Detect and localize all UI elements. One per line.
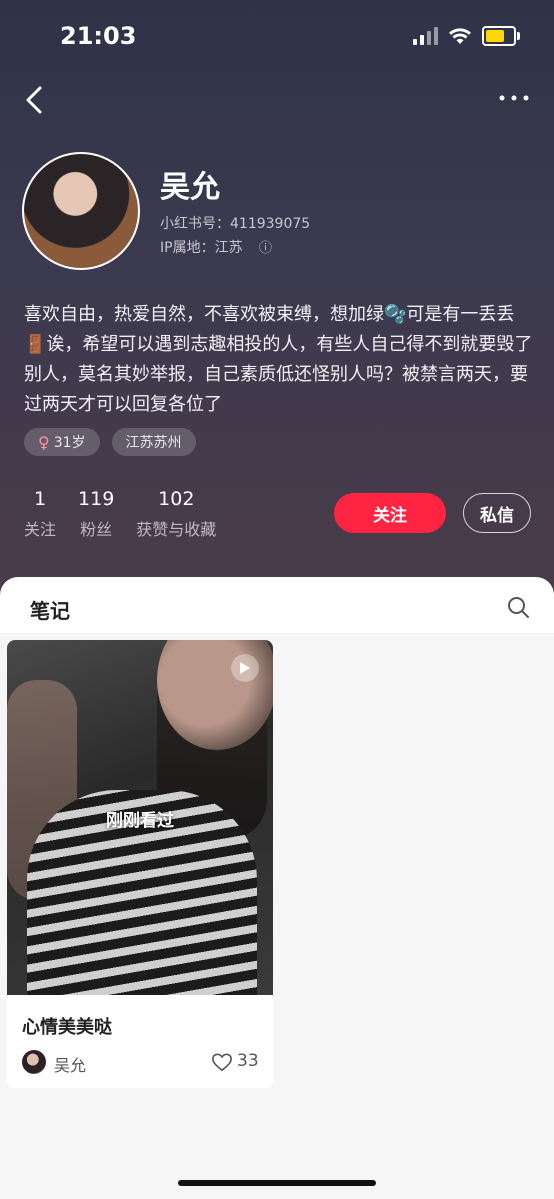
note-cover-image[interactable]: 刚刚看过 (7, 640, 273, 995)
recently-viewed-label: 刚刚看过 (106, 811, 174, 831)
stat-label: 获赞与收藏 (136, 520, 217, 539)
like-count: 33 (237, 1051, 259, 1071)
note-title: 心情美美哒 (22, 1017, 112, 1038)
profile-tags: ♀ 31岁 江苏苏州 (24, 428, 196, 456)
notes-tabbar: 笔记 (0, 577, 554, 634)
age-tag: ♀ 31岁 (24, 428, 100, 456)
profile-avatar[interactable] (22, 152, 140, 270)
note-author: 吴允 (54, 1056, 87, 1075)
wifi-icon (449, 28, 471, 44)
red-id: 小红书号：411939075 (160, 216, 311, 232)
message-button[interactable]: 私信 (463, 493, 531, 533)
profile-stats: 1 关注 119 粉丝 102 获赞与收藏 (24, 488, 216, 540)
battery-icon (482, 26, 520, 46)
stat-followers[interactable]: 119 粉丝 (78, 488, 114, 540)
heart-icon[interactable] (211, 1052, 233, 1072)
tab-notes[interactable]: 笔记 (30, 595, 70, 624)
follow-button[interactable]: 关注 (334, 493, 446, 533)
location-tag: 江苏苏州 (111, 428, 196, 456)
stat-value: 119 (78, 488, 115, 510)
stat-value: 1 (33, 488, 47, 510)
back-button[interactable] (18, 82, 54, 118)
stat-likes-collections[interactable]: 102 获赞与收藏 (136, 488, 216, 540)
signal-icon (413, 27, 438, 45)
profile-name: 吴允 (160, 170, 220, 205)
home-indicator (178, 1180, 376, 1186)
search-icon[interactable] (506, 595, 530, 619)
profile-bio: 喜欢自由，热爱自然，不喜欢被束缚，想加绿🫧可是有一丢丢🚪诶，希望可以遇到志趣相投… (24, 304, 533, 415)
profile-header: 21:03 吴允 小红书号：411939075 IP属地：江苏 ⓘ 喜欢自由，热… (0, 0, 554, 600)
location-tag-label: 江苏苏州 (125, 435, 182, 451)
author-avatar (22, 1050, 46, 1074)
info-icon[interactable]: ⓘ (259, 241, 272, 256)
stat-value: 102 (158, 488, 195, 510)
note-card[interactable]: 刚刚看过 心情美美哒 吴允 33 (7, 640, 273, 1088)
stat-label: 关注 (24, 520, 57, 539)
more-options-button[interactable] (496, 86, 532, 110)
age-tag-label: 31岁 (53, 435, 86, 451)
female-icon: ♀ (38, 432, 50, 452)
status-icons (413, 26, 520, 46)
video-play-icon (231, 654, 259, 682)
stat-label: 粉丝 (80, 520, 113, 539)
status-time: 21:03 (60, 22, 137, 50)
stat-following[interactable]: 1 关注 (24, 488, 56, 540)
ip-location-text: IP属地：江苏 (160, 240, 243, 256)
ip-location: IP属地：江苏 ⓘ (160, 237, 272, 257)
